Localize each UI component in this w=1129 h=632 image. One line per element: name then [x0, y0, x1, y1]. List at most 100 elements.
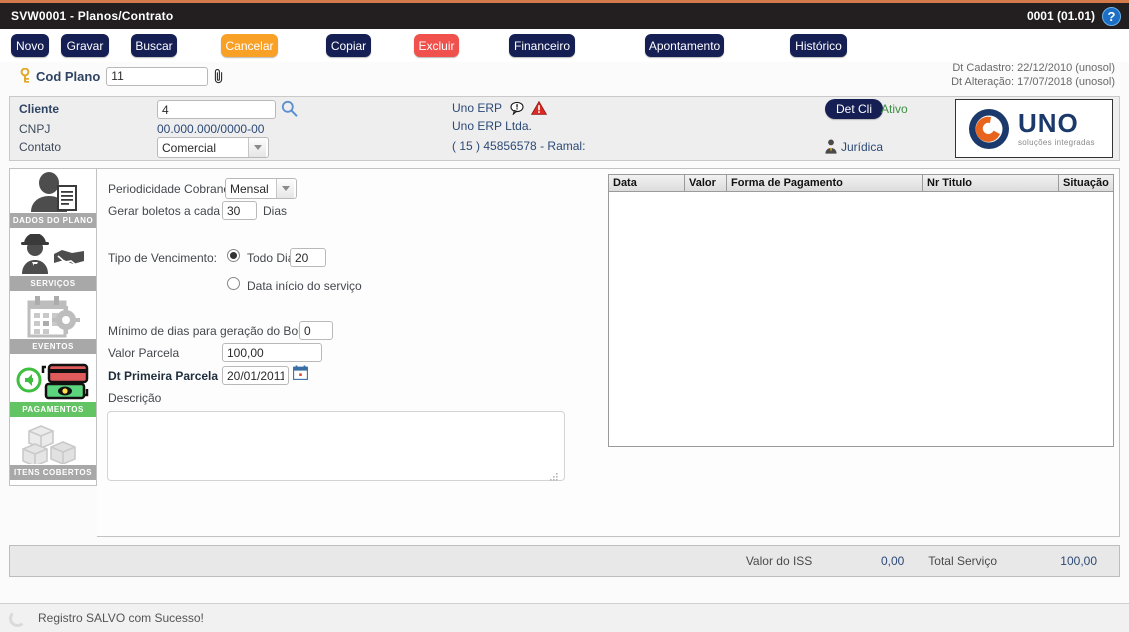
iss-value: 0,00 — [880, 554, 905, 568]
contato-label: Contato — [19, 140, 62, 154]
cod-plano-label: Cod Plano — [36, 68, 101, 84]
gerar-boletos-label: Gerar boletos a cada — [108, 204, 221, 218]
cod-plano-input[interactable] — [106, 66, 209, 86]
date-info: Dt Cadastro: 22/12/2010 (unosol) Dt Alte… — [951, 61, 1115, 89]
periodicidade-select-value: Mensal — [230, 181, 269, 196]
dt-primeira-parcela-input[interactable] — [222, 366, 289, 385]
loading-spinner-icon — [9, 609, 26, 627]
uno-wordmark: UNO soluções integradas — [1018, 110, 1095, 147]
content-panel: Periodicidade Cobrança Mensal Gerar bole… — [97, 168, 1120, 537]
minimo-dias-input[interactable] — [299, 321, 333, 340]
title-bar: SVW0001 - Planos/Contrato 0001 (01.01) ? — [0, 0, 1129, 29]
version-label: 0001 (01.01) — [1026, 9, 1095, 23]
gerar-boletos-suffix: Dias — [263, 204, 288, 218]
cliente-input[interactable] — [157, 100, 276, 119]
erp-name: Uno ERP — [452, 101, 502, 115]
paperclip-icon[interactable] — [213, 68, 225, 85]
window-title: SVW0001 - Planos/Contrato — [11, 9, 174, 23]
toolbar: Novo Gravar Buscar Cancelar Copiar Excluir Fin… — [0, 29, 1129, 62]
sidebar-item-pagamentos[interactable]: PAGAMENTOS — [10, 358, 96, 421]
chevron-down-icon — [276, 179, 294, 198]
periodicidade-select[interactable]: Mensal — [225, 178, 297, 199]
boxes-icon — [10, 421, 96, 465]
erp-phone: ( 15 ) 45856578 - Ramal: — [452, 139, 586, 153]
warning-triangle-icon[interactable] — [530, 100, 547, 118]
status-message: Registro SALVO com Sucesso! — [38, 611, 204, 625]
toolbar-button-excluir[interactable]: Excluir — [414, 34, 459, 57]
payments-table: Data Valor Forma de Pagamento Nr Titulo Situ… — [608, 174, 1114, 447]
contato-select[interactable]: Comercial — [157, 137, 269, 158]
cliente-label: Cliente — [19, 102, 60, 116]
toolbar-button-apontamento[interactable]: Apontamento — [645, 34, 724, 57]
toolbar-button-histrico[interactable]: Histórico — [790, 34, 847, 57]
uno-logo-tagline: soluções integradas — [1018, 138, 1095, 147]
sidebar-item-itens-cobertos[interactable]: ITENS COBERTOS — [10, 421, 96, 484]
uno-logo-text: UNO — [1018, 108, 1079, 138]
cnpj-label: CNPJ — [19, 122, 51, 136]
person-tie-icon — [824, 139, 838, 159]
sidebar-item-label: SERVIÇOS — [10, 276, 96, 291]
toolbar-button-buscar[interactable]: Buscar — [131, 34, 177, 57]
toolbar-button-copiar[interactable]: Copiar — [326, 34, 371, 57]
magnifier-icon[interactable] — [281, 100, 298, 122]
toolbar-button-cancelar[interactable]: Cancelar — [221, 34, 278, 57]
tipo-vencimento-label: Tipo de Vencimento: — [108, 251, 217, 265]
minimo-dias-label: Mínimo de dias para geração do Boleto — [108, 324, 318, 338]
totals-bar: Valor do ISS 0,00 Total Serviço 100,00 — [9, 545, 1120, 577]
todo-dia-input[interactable] — [290, 248, 326, 267]
iss-label: Valor do ISS — [745, 554, 813, 568]
contato-select-value: Comercial — [162, 140, 217, 155]
speech-bubble-icon[interactable] — [510, 101, 524, 118]
gerar-boletos-input[interactable] — [222, 201, 257, 220]
valor-parcela-label: Valor Parcela — [108, 346, 180, 360]
status-bar: Registro SALVO com Sucesso! — [0, 603, 1129, 632]
chevron-down-icon — [248, 138, 266, 157]
table-column-header[interactable]: Forma de Pagamento — [727, 175, 923, 192]
table-column-header[interactable]: Situação — [1059, 175, 1113, 192]
uno-swirl-icon — [964, 106, 1014, 152]
uno-logo: UNO soluções integradas — [955, 99, 1113, 158]
descricao-textarea[interactable] — [107, 411, 565, 481]
radio-todo-dia[interactable] — [227, 249, 240, 262]
sidebar-item-dados-do-plano[interactable]: DADOS DO PLANO — [10, 169, 96, 232]
sidebar-item-label: PAGAMENTOS — [10, 402, 96, 417]
sidebar-item-label: ITENS COBERTOS — [10, 465, 96, 480]
cnpj-value: 00.000.000/0000-00 — [157, 122, 265, 136]
descricao-label: Descrição — [108, 391, 162, 405]
application-window: SVW0001 - Planos/Contrato 0001 (01.01) ?… — [0, 0, 1129, 632]
sidebar: DADOS DO PLANO SERVIÇOS EVENTOS PAGAMENTOS I… — [9, 168, 97, 486]
periodicidade-label: Periodicidade Cobrança — [108, 182, 237, 196]
sidebar-item-label: EVENTOS — [10, 339, 96, 354]
erp-name-row: Uno ERP — [452, 100, 547, 118]
data-inicio-label: Data início do serviço — [247, 279, 362, 293]
sidebar-item-label: DADOS DO PLANO — [10, 213, 96, 228]
toolbar-button-gravar[interactable]: Gravar — [61, 34, 109, 57]
total-servico-value: 100,00 — [1060, 554, 1097, 568]
question-mark-icon[interactable]: ? — [1102, 6, 1121, 26]
tipo-pessoa-label: Jurídica — [841, 140, 884, 154]
radio-data-inicio[interactable] — [227, 277, 240, 290]
table-column-header[interactable]: Nr Titulo — [923, 175, 1059, 192]
person-document-icon — [10, 169, 96, 213]
status-badge: Ativo — [881, 102, 908, 116]
sidebar-item-servi-os[interactable]: SERVIÇOS — [10, 232, 96, 295]
title-bar-right: 0001 (01.01) ? — [1026, 6, 1121, 26]
dt-primeira-parcela-label: Dt Primeira Parcela — [108, 369, 219, 383]
todo-dia-label: Todo Dia — [247, 251, 295, 265]
calendar-icon[interactable] — [293, 365, 308, 385]
table-column-header[interactable]: Valor — [685, 175, 727, 192]
toolbar-button-novo[interactable]: Novo — [11, 34, 49, 57]
erp-razao-social: Uno ERP Ltda. — [452, 119, 532, 133]
table-column-header[interactable]: Data — [609, 175, 685, 192]
det-cli-button[interactable]: Det Cli — [825, 99, 884, 119]
sidebar-item-eventos[interactable]: EVENTOS — [10, 295, 96, 358]
dt-alteracao: Dt Alteração: 17/07/2018 (unosol) — [951, 76, 1115, 88]
calendar-gear-icon — [10, 295, 96, 339]
worker-handshake-icon — [10, 232, 96, 276]
table-header-row: Data Valor Forma de Pagamento Nr Titulo Situ… — [609, 175, 1113, 192]
key-icon — [18, 67, 32, 84]
dt-cadastro: Dt Cadastro: 22/12/2010 (unosol) — [952, 62, 1115, 74]
valor-parcela-input[interactable] — [222, 343, 322, 362]
toolbar-button-financeiro[interactable]: Financeiro — [509, 34, 575, 57]
total-servico-label: Total Serviço — [928, 554, 997, 568]
